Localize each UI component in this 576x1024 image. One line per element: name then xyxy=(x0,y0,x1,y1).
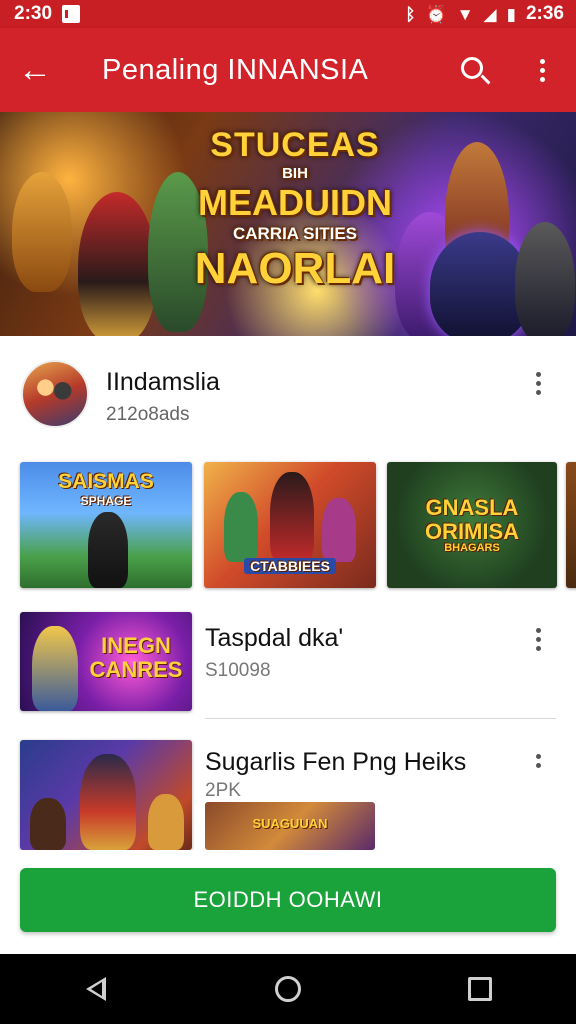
system-nav-bar xyxy=(0,954,576,1024)
banner-character xyxy=(78,192,156,336)
more-vert-icon xyxy=(528,372,548,395)
thumbnail-caption: INEGN CANRES xyxy=(89,633,183,682)
video-meta: S10098 xyxy=(205,660,271,681)
video-thumbnail[interactable] xyxy=(20,740,192,850)
channel-name: IIndamslia xyxy=(106,368,220,396)
thumbnail-figure xyxy=(30,798,66,850)
thumbnail-figure xyxy=(148,794,184,850)
nav-home-button[interactable] xyxy=(258,959,318,1019)
arrow-left-icon: ← xyxy=(18,50,52,89)
video-thumbnail[interactable]: INEGN CANRES xyxy=(20,612,192,711)
video-menu-button[interactable] xyxy=(528,628,548,656)
banner-line-2: BIH xyxy=(282,165,308,182)
recents-nav-icon xyxy=(468,977,492,1001)
back-button[interactable]: ← xyxy=(0,28,70,112)
thumbnail-caption: SAISMAS xyxy=(58,470,154,493)
channel-avatar[interactable] xyxy=(21,360,89,428)
thumbnail-caption: CTABBIEES xyxy=(244,558,336,574)
banner-character xyxy=(12,172,72,292)
video-title[interactable]: Taspdal dka' xyxy=(205,624,343,653)
thumbnail-figure xyxy=(32,626,78,711)
banner-logo: STUCEAS BIH MEADUIDN CARRIA SITIES NAORL… xyxy=(180,126,410,294)
list-divider xyxy=(205,718,556,719)
search-button[interactable] xyxy=(440,28,508,112)
video-preview-thumbnail[interactable]: SUAGUUAN xyxy=(205,802,375,850)
channel-banner[interactable]: STUCEAS BIH MEADUIDN CARRIA SITIES NAORL… xyxy=(0,112,576,336)
thumbnail-figure xyxy=(322,498,356,562)
thumbnail-subcaption: SPHAGE xyxy=(80,494,132,508)
signal-icon: ◢ xyxy=(483,4,497,24)
video-thumbnail[interactable]: CTABBIEES xyxy=(204,462,376,588)
notification-icon xyxy=(62,5,84,23)
status-left: 2:30 xyxy=(14,3,84,25)
app-bar: ← Penaling INNANSIA xyxy=(0,28,576,112)
alarm-icon: ⏰ xyxy=(425,4,447,24)
video-thumbnail[interactable]: SAISMAS SPHAGE xyxy=(20,462,192,588)
status-bar: 2:30 ᛒ ⏰ ▼ ◢ ▮ 2:36 xyxy=(0,0,576,28)
thumbnail-caption: SUAGUUAN xyxy=(252,816,328,831)
more-vert-icon xyxy=(528,628,548,651)
more-vert-icon xyxy=(539,58,545,82)
thumbnail-figure xyxy=(80,754,136,850)
video-thumbnail[interactable]: GNASLA ORIMISA BHAGARS xyxy=(387,462,557,588)
banner-character xyxy=(515,222,575,336)
banner-line-5: NAORLAI xyxy=(194,244,396,293)
thumbnail-figure xyxy=(88,512,128,588)
video-title[interactable]: Sugarlis Fen Png Heiks xyxy=(205,748,466,777)
thumbnail-figure xyxy=(224,492,258,562)
back-nav-icon xyxy=(86,977,106,1001)
wifi-icon: ▼ xyxy=(456,4,474,24)
video-meta: 2PK xyxy=(205,780,241,801)
thumbnail-figure xyxy=(270,472,314,562)
video-thumbnail-partial[interactable] xyxy=(566,462,576,588)
video-menu-button[interactable] xyxy=(528,754,548,782)
battery-icon: ▮ xyxy=(506,4,516,24)
bottom-action-area: EOIDDH OOHAWI xyxy=(0,850,576,954)
app-bar-title: Penaling INNANSIA xyxy=(102,53,369,86)
nav-back-button[interactable] xyxy=(66,959,126,1019)
channel-header[interactable]: IIndamslia 212o8ads xyxy=(0,360,576,440)
status-time-left: 2:30 xyxy=(14,3,53,24)
status-right: ᛒ ⏰ ▼ ◢ ▮ 2:36 xyxy=(405,3,564,25)
banner-line-3: MEADUIDN xyxy=(198,182,392,223)
primary-action-button[interactable]: EOIDDH OOHAWI xyxy=(20,868,556,932)
search-icon xyxy=(461,57,483,79)
nav-recents-button[interactable] xyxy=(450,959,510,1019)
thumbnail-subcaption: BHAGARS xyxy=(444,542,500,554)
banner-line-4: CARRIA SITIES xyxy=(232,224,358,243)
status-time-right: 2:36 xyxy=(525,3,564,24)
more-vert-icon xyxy=(528,754,548,768)
channel-subscribers: 212o8ads xyxy=(106,404,190,425)
bluetooth-icon: ᛒ xyxy=(405,4,416,24)
overflow-menu-button[interactable] xyxy=(508,28,576,112)
home-nav-icon xyxy=(275,976,301,1002)
channel-menu-button[interactable] xyxy=(528,372,548,400)
thumbnail-caption: GNASLA ORIMISA xyxy=(424,495,520,544)
banner-line-1: STUCEAS xyxy=(210,126,380,164)
